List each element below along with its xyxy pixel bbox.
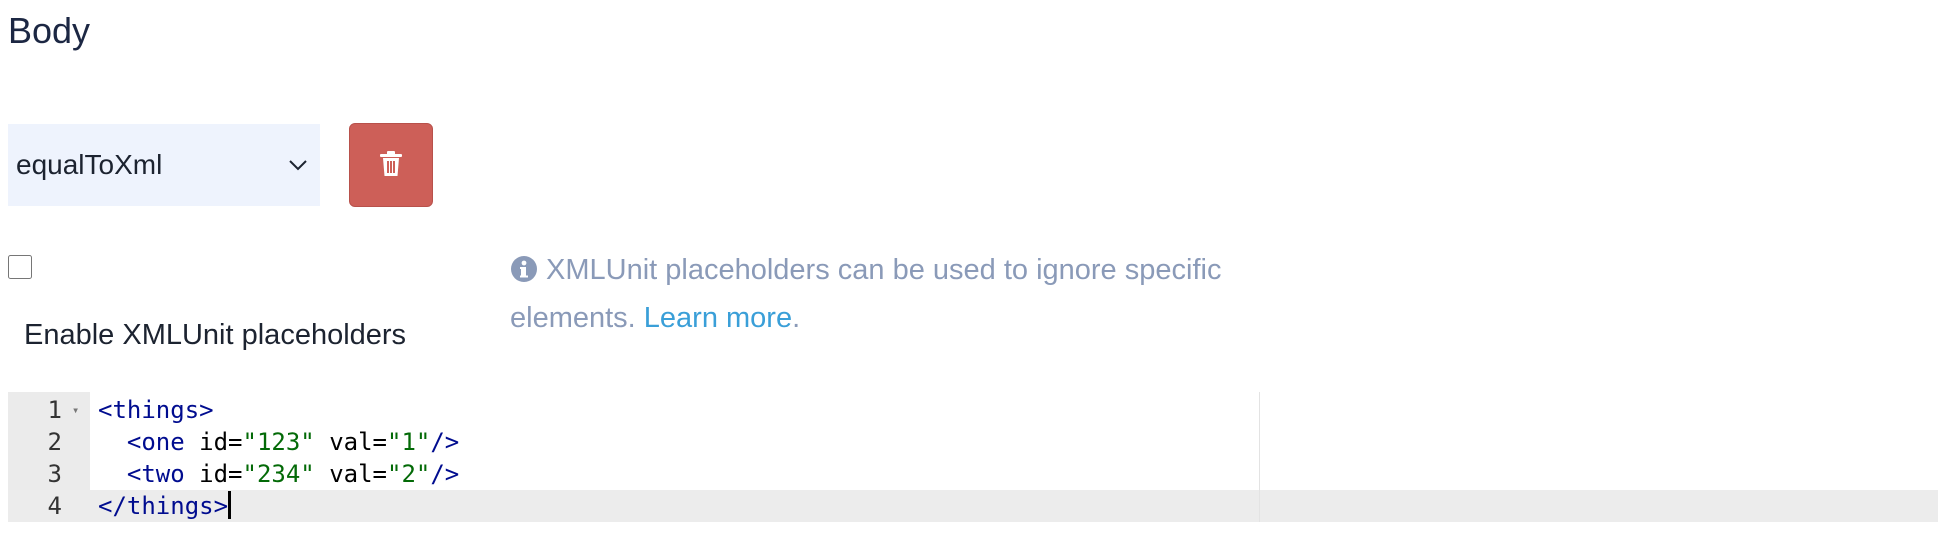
section-title: Body bbox=[8, 10, 91, 51]
text-cursor bbox=[228, 491, 232, 519]
line-number: 4 bbox=[47, 492, 62, 520]
fold-toggle-icon[interactable]: ▾ bbox=[72, 394, 79, 426]
code-text: </things> bbox=[98, 490, 232, 522]
editor-line[interactable]: 4 </things> bbox=[8, 490, 1938, 522]
trash-icon bbox=[380, 150, 402, 180]
code-text: <one id="123" val="1"/> bbox=[126, 428, 460, 456]
placeholders-checkbox[interactable] bbox=[8, 255, 32, 279]
code-text: <two id="234" val="2"/> bbox=[126, 460, 460, 488]
editor-line[interactable]: 3 <two id="234" val="2"/> bbox=[8, 458, 1938, 490]
code-text: <things> bbox=[98, 396, 214, 424]
xml-code-editor[interactable]: 1 ▾ <things> 2 <one id="123" val="1"/> 3 <tw… bbox=[8, 392, 1938, 522]
matcher-select-value: equalToXml bbox=[16, 149, 163, 180]
line-number: 3 bbox=[47, 460, 62, 488]
line-number: 2 bbox=[47, 428, 62, 456]
delete-button[interactable] bbox=[349, 123, 433, 207]
matcher-select[interactable]: equalToXml bbox=[8, 124, 320, 206]
line-number: 1 bbox=[47, 396, 62, 424]
info-trailing: . bbox=[792, 302, 801, 334]
learn-more-link[interactable]: Learn more bbox=[644, 302, 792, 334]
editor-line[interactable]: 1 ▾ <things> bbox=[8, 394, 1938, 426]
editor-line[interactable]: 2 <one id="123" val="1"/> bbox=[8, 426, 1938, 458]
print-margin bbox=[1259, 392, 1260, 522]
chevron-down-icon bbox=[286, 153, 310, 177]
info-icon bbox=[510, 250, 538, 282]
placeholders-info: XMLUnit placeholders can be used to igno… bbox=[510, 246, 1330, 342]
placeholders-info-text: XMLUnit placeholders can be used to igno… bbox=[510, 254, 1222, 334]
placeholders-checkbox-label: Enable XMLUnit placeholders bbox=[24, 319, 407, 351]
